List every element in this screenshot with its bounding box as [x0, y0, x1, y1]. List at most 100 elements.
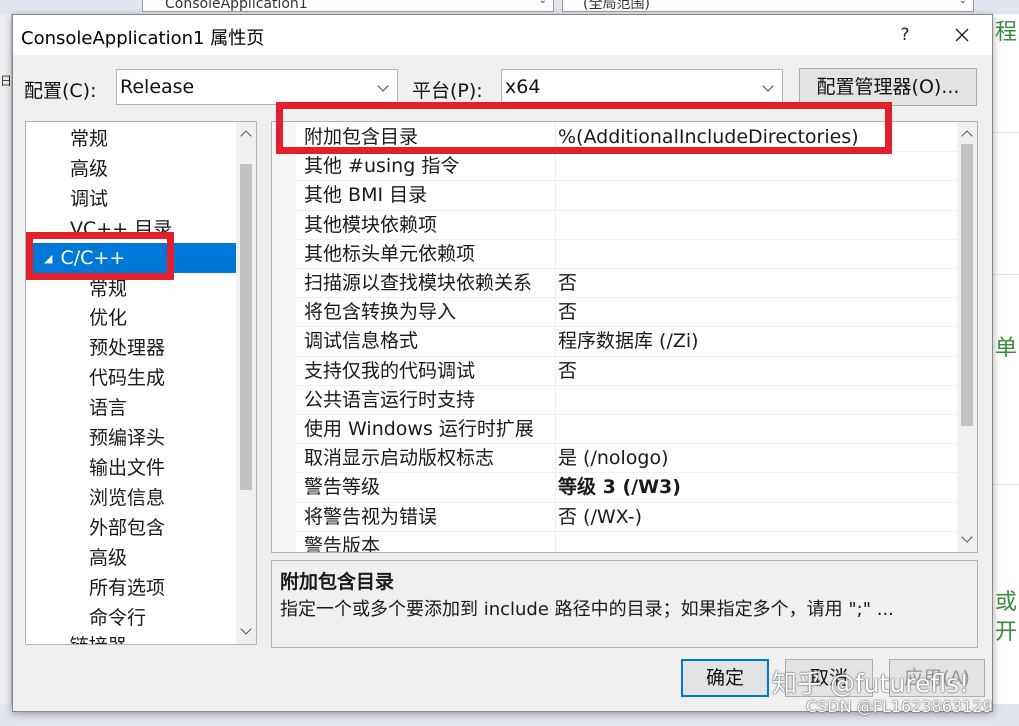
- background-scope-combo: (全局范围) ⌄: [562, 0, 974, 12]
- tree-item-c-cpp-general[interactable]: 常规: [89, 274, 127, 304]
- tree-item-browse-information[interactable]: 浏览信息: [89, 483, 165, 513]
- tree-item-label: 所有选项: [89, 577, 166, 599]
- grid-row-name: 警告等级: [304, 476, 381, 499]
- platform-label: 平台(P):: [412, 80, 483, 102]
- tree-item-precompiled-headers[interactable]: 预编译头: [89, 423, 165, 453]
- background-line: [993, 274, 1019, 275]
- configuration-manager-button[interactable]: 配置管理器(O)...: [799, 68, 977, 106]
- tree-item-command-line[interactable]: 命令行: [89, 603, 146, 633]
- tree-item-label: 浏览信息: [89, 487, 166, 509]
- close-icon: [955, 28, 969, 42]
- apply-button[interactable]: 应用(A): [889, 659, 985, 697]
- tree-scrollbar-thumb[interactable]: [240, 164, 252, 490]
- tree-item-c-cpp-advanced[interactable]: 高级: [89, 543, 127, 573]
- grid-scrollbar[interactable]: [957, 122, 977, 552]
- tree-item-debugging[interactable]: 调试: [70, 184, 108, 214]
- tree-scrollbar[interactable]: [236, 122, 256, 644]
- grid-row-debug-information-format[interactable]: 调试信息格式 程序数据库 (/Zi): [296, 327, 958, 357]
- grid-row-value[interactable]: 否 (/WX-): [558, 503, 958, 532]
- tree-item-label: 预处理器: [89, 337, 166, 359]
- grid-row-value[interactable]: 等级 3 (/W3): [558, 473, 958, 502]
- tree-item-general[interactable]: 常规: [70, 124, 108, 154]
- background-left-strip: 日: [0, 14, 12, 726]
- background-char: 单: [995, 336, 1018, 361]
- scroll-up-icon[interactable]: [957, 124, 977, 144]
- platform-select[interactable]: x64: [501, 69, 783, 105]
- grid-row-treat-warnings-as-errors[interactable]: 将警告视为错误 否 (/WX-): [296, 503, 957, 532]
- tree-item-vc-directories[interactable]: VC++ 目录: [70, 214, 172, 244]
- description-text: 指定一个或多个要添加到 include 路径中的目录；如果指定多个，请用 ";"…: [280, 599, 894, 620]
- grid-row-clr-support[interactable]: 公共语言运行时支持: [296, 386, 957, 415]
- grid-row-value[interactable]: 程序数据库 (/Zi): [558, 327, 958, 356]
- tree-item-all-options[interactable]: 所有选项: [89, 573, 165, 603]
- chevron-down-icon: [762, 70, 776, 104]
- platform-select-value: x64: [505, 76, 541, 98]
- grid-row-value[interactable]: %(AdditionalIncludeDirectories): [558, 123, 958, 152]
- grid-row-header-unit-dependencies[interactable]: 其他标头单元依赖项: [296, 240, 957, 269]
- grid-row-translate-includes[interactable]: 将包含转换为导入 否: [296, 298, 958, 328]
- config-select[interactable]: Release: [116, 69, 398, 105]
- scroll-down-icon[interactable]: [957, 530, 977, 550]
- background-project-combo: ConsoleApplication1 ⌄: [142, 0, 554, 12]
- tree-item-output-files[interactable]: 输出文件: [89, 453, 165, 483]
- tree-item-code-generation[interactable]: 代码生成: [89, 363, 165, 393]
- tree-item-label: 调试: [70, 188, 109, 210]
- background-char: 开: [995, 620, 1018, 645]
- tree-item-label: C/C++: [60, 247, 126, 269]
- grid-row-additional-include-directories[interactable]: 附加包含目录 %(AdditionalIncludeDirectories): [296, 123, 958, 153]
- property-description: 附加包含目录 指定一个或多个要添加到 include 路径中的目录；如果指定多个…: [271, 560, 978, 648]
- grid-row-warning-version[interactable]: 警告版本: [296, 532, 957, 552]
- collapsed-triangle-icon: ▷: [54, 644, 62, 645]
- tree-item-preprocessor[interactable]: 预处理器: [89, 333, 165, 363]
- dialog-titlebar: ConsoleApplication1 属性页 ?: [13, 15, 992, 55]
- grid-row-name: 扫描源以查找模块依赖关系: [304, 272, 533, 294]
- property-grid: 附加包含目录 %(AdditionalIncludeDirectories) 其他…: [271, 121, 978, 553]
- tree-item-advanced[interactable]: 高级: [70, 154, 108, 184]
- tree-item-language[interactable]: 语言: [89, 393, 127, 423]
- grid-row-value[interactable]: 是 (/nologo): [558, 444, 958, 473]
- background-line: [993, 484, 1019, 485]
- grid-row-windows-runtime-extensions[interactable]: 使用 Windows 运行时扩展: [296, 415, 957, 445]
- grid-row-just-my-code[interactable]: 支持仅我的代码调试 否: [296, 357, 957, 386]
- grid-row-value[interactable]: 否: [558, 298, 958, 327]
- grid-row-name: 公共语言运行时支持: [304, 388, 476, 411]
- tree-item-label: 命令行: [89, 607, 147, 629]
- grid-row-value[interactable]: 否: [558, 357, 958, 386]
- background-char: 程: [995, 20, 1018, 45]
- grid-row-value[interactable]: 否: [558, 269, 958, 298]
- cancel-button[interactable]: 取消: [785, 659, 873, 697]
- help-button[interactable]: ?: [893, 23, 917, 47]
- tree-item-label: 高级: [70, 158, 109, 180]
- grid-row-name: 其他 BMI 目录: [304, 184, 428, 207]
- tree-item-c-cpp[interactable]: ◢ C/C++: [26, 243, 236, 273]
- tree-item-external-includes[interactable]: 外部包含: [89, 513, 165, 543]
- grid-row-warning-level[interactable]: 警告等级 等级 3 (/W3): [296, 473, 958, 503]
- background-editor-bar: ConsoleApplication1 ⌄ (全局范围) ⌄: [0, 0, 1019, 14]
- background-editor-right: 程 单 或 开: [993, 14, 1019, 726]
- grid-row-name: 使用 Windows 运行时扩展: [304, 418, 534, 440]
- tree-item-linker[interactable]: ▷ 链接器: [54, 631, 127, 645]
- scroll-down-icon[interactable]: [236, 622, 256, 642]
- chevron-down-icon: ⌄: [538, 0, 547, 6]
- ok-button[interactable]: 确定: [681, 659, 769, 697]
- tree-item-label: 高级: [89, 547, 128, 569]
- tree-item-label: 外部包含: [89, 517, 166, 539]
- grid-row-suppress-startup-banner[interactable]: 取消显示启动版权标志 是 (/nologo): [296, 444, 958, 474]
- grid-row-scan-module-dependencies[interactable]: 扫描源以查找模块依赖关系 否: [296, 269, 958, 299]
- config-label: 配置(C):: [24, 80, 97, 102]
- dialog-title: ConsoleApplication1 属性页: [21, 28, 265, 49]
- background-line: [993, 132, 1019, 133]
- grid-row-name: 调试信息格式: [304, 330, 419, 353]
- tree-item-label: 代码生成: [89, 367, 166, 389]
- scroll-up-icon[interactable]: [236, 124, 256, 144]
- close-button[interactable]: [948, 21, 976, 49]
- grid-scrollbar-thumb[interactable]: [961, 144, 973, 426]
- grid-row-module-dependencies[interactable]: 其他模块依赖项: [296, 211, 957, 240]
- grid-row-using-directives[interactable]: 其他 #using 指令: [296, 152, 957, 182]
- grid-row-name: 将包含转换为导入: [304, 301, 457, 324]
- chevron-down-icon: ⌄: [958, 0, 967, 6]
- tree-item-label: 常规: [89, 278, 128, 300]
- grid-row-bmi-directories[interactable]: 其他 BMI 目录: [296, 181, 957, 211]
- grid-gutter: [272, 122, 296, 552]
- tree-item-optimization[interactable]: 优化: [89, 303, 127, 333]
